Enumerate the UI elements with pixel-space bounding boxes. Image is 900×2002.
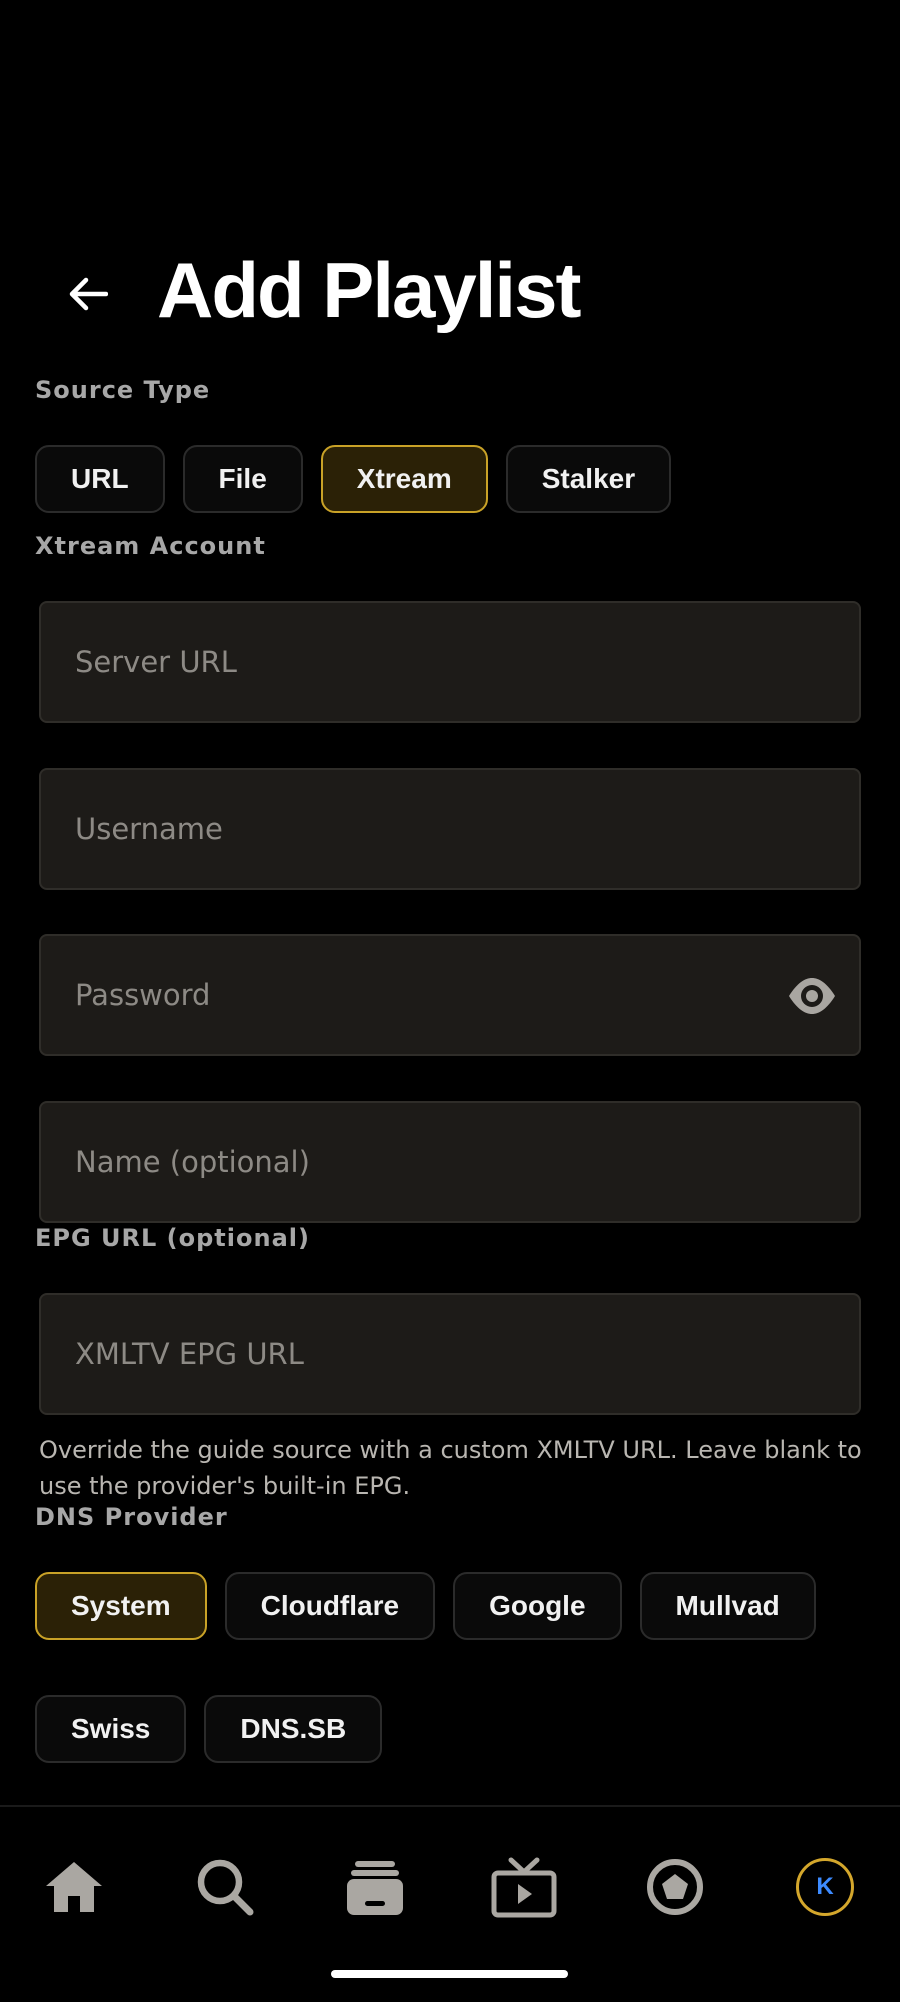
profile-avatar: K bbox=[796, 1858, 854, 1916]
back-button[interactable] bbox=[58, 264, 118, 324]
playlist-name-input[interactable] bbox=[41, 1103, 859, 1221]
nav-library[interactable] bbox=[335, 1847, 415, 1927]
source-type-options: URL File Xtream Stalker bbox=[35, 445, 672, 513]
page-title: Add Playlist bbox=[157, 246, 581, 334]
search-icon bbox=[197, 1859, 254, 1916]
live-tv-icon bbox=[491, 1857, 557, 1918]
epg-url-input[interactable] bbox=[41, 1295, 859, 1413]
nav-live-tv[interactable] bbox=[484, 1847, 564, 1927]
username-input[interactable] bbox=[41, 770, 859, 888]
source-type-stalker[interactable]: Stalker bbox=[505, 445, 672, 513]
epg-url-label: EPG URL (optional) bbox=[35, 1224, 310, 1252]
dns-dnssb[interactable]: DNS.SB bbox=[204, 1695, 383, 1763]
source-type-xtream[interactable]: Xtream bbox=[320, 445, 488, 513]
username-field bbox=[39, 768, 861, 890]
dns-provider-options-row-1: System Cloudflare Google Mullvad bbox=[35, 1572, 816, 1640]
page-header: Add Playlist bbox=[0, 240, 900, 340]
dns-mullvad[interactable]: Mullvad bbox=[639, 1572, 816, 1640]
arrow-left-icon bbox=[69, 277, 108, 311]
eye-icon bbox=[789, 978, 835, 1014]
server-url-field bbox=[39, 601, 861, 723]
nav-search[interactable] bbox=[185, 1847, 265, 1927]
avatar-initial: K bbox=[816, 1873, 834, 1900]
dns-system[interactable]: System bbox=[35, 1572, 207, 1640]
discover-icon bbox=[647, 1859, 703, 1915]
dns-provider-options-row-2: Swiss DNS.SB bbox=[35, 1695, 383, 1763]
source-type-url[interactable]: URL bbox=[35, 445, 165, 513]
nav-profile[interactable]: K bbox=[785, 1847, 865, 1927]
epg-help-text: Override the guide source with a custom … bbox=[39, 1436, 862, 1500]
password-input[interactable] bbox=[41, 936, 859, 1054]
home-indicator[interactable] bbox=[331, 1970, 568, 1978]
password-field bbox=[39, 934, 861, 1056]
source-type-file[interactable]: File bbox=[182, 445, 303, 513]
dns-cloudflare[interactable]: Cloudflare bbox=[224, 1572, 436, 1640]
source-type-label: Source Type bbox=[35, 376, 211, 404]
dns-swiss[interactable]: Swiss bbox=[35, 1695, 187, 1763]
show-password-button[interactable] bbox=[787, 973, 837, 1019]
nav-home[interactable] bbox=[34, 1847, 114, 1927]
xtream-account-label: Xtream Account bbox=[35, 532, 266, 560]
nav-discover[interactable] bbox=[635, 1847, 715, 1927]
dns-provider-label: DNS Provider bbox=[35, 1503, 228, 1531]
dns-google[interactable]: Google bbox=[453, 1572, 622, 1640]
library-icon bbox=[347, 1861, 403, 1915]
home-icon bbox=[46, 1862, 102, 1912]
epg-url-field bbox=[39, 1293, 861, 1415]
server-url-input[interactable] bbox=[41, 603, 859, 721]
playlist-name-field bbox=[39, 1101, 861, 1223]
